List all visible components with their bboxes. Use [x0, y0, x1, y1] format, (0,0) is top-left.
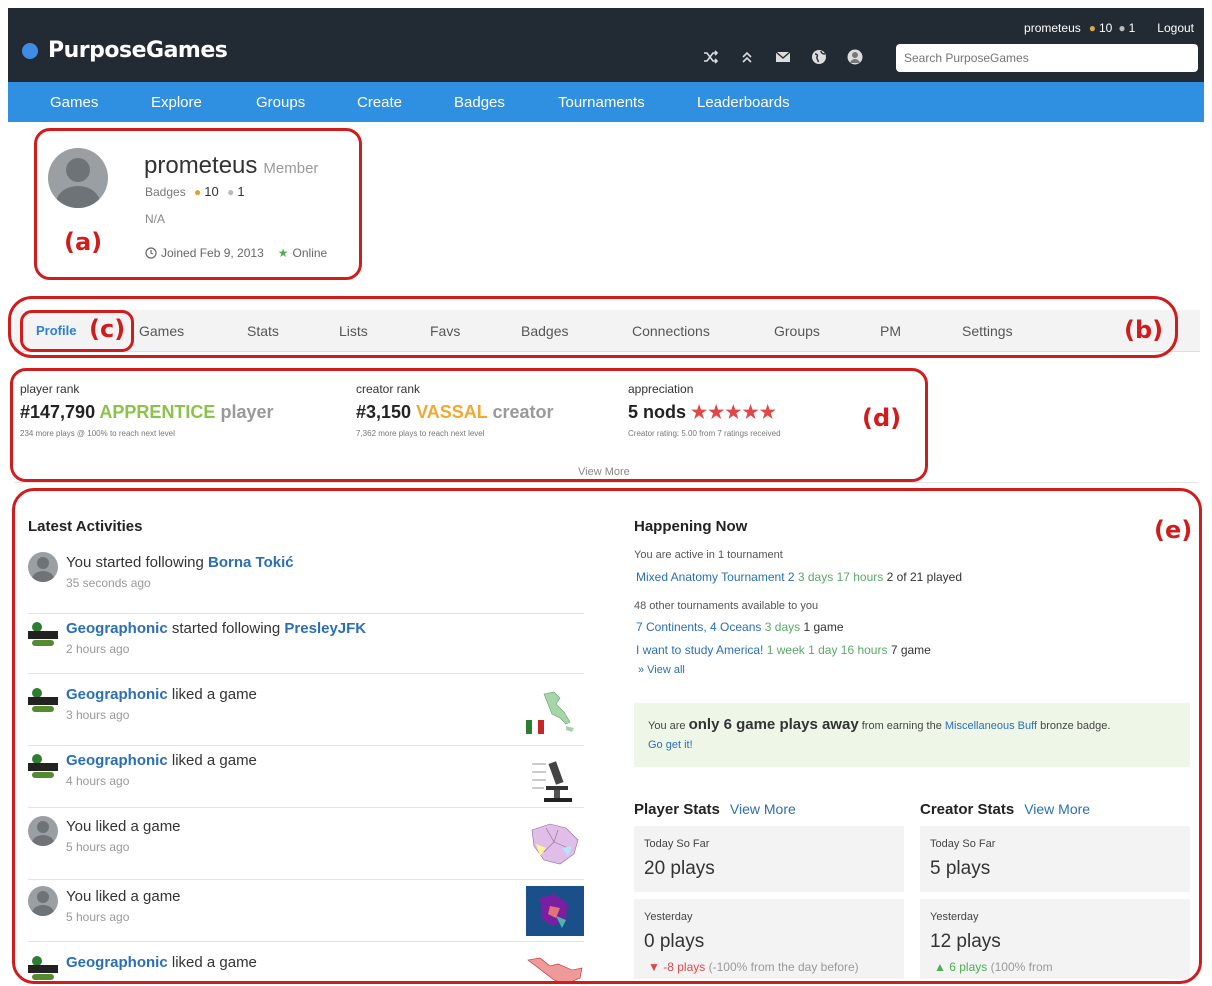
- annotation-label-a: (a): [64, 228, 103, 256]
- header-silver-count: 1: [1128, 21, 1136, 35]
- globe-icon[interactable]: [808, 46, 830, 68]
- chevrons-up-icon[interactable]: [736, 46, 758, 68]
- user-avatar-icon[interactable]: [844, 46, 866, 68]
- annotation-label-e: (e): [1154, 516, 1193, 544]
- nav-badges[interactable]: Badges: [454, 94, 505, 111]
- top-header: PurposeGames prometeus ● 10 ● 1 Logout: [8, 8, 1204, 82]
- annotation-box-e: [12, 488, 1202, 984]
- divider: [14, 482, 1198, 483]
- gold-badge-icon: ●: [1088, 21, 1096, 35]
- brand-name: PurposeGames: [48, 38, 228, 63]
- main-nav: Games Explore Groups Create Badges Tourn…: [8, 82, 1204, 122]
- logout-link[interactable]: Logout: [1157, 21, 1194, 35]
- annotation-box-b: [8, 296, 1178, 358]
- annotation-box-a: [34, 128, 362, 280]
- header-username[interactable]: prometeus: [1024, 21, 1081, 35]
- annotation-label-b: (b): [1124, 316, 1164, 344]
- annotation-box-d: [10, 368, 928, 482]
- silver-badge-icon: ●: [1118, 21, 1126, 35]
- annotation-label-d: (d): [862, 404, 902, 432]
- logo-dot-icon: [22, 42, 38, 59]
- nav-groups[interactable]: Groups: [256, 94, 305, 111]
- nav-games[interactable]: Games: [50, 94, 98, 111]
- nav-tournaments[interactable]: Tournaments: [558, 94, 645, 111]
- annotation-label-c: (c): [89, 315, 126, 343]
- nav-create[interactable]: Create: [357, 94, 402, 111]
- header-icons: [700, 46, 866, 68]
- mail-icon[interactable]: [772, 46, 794, 68]
- nav-explore[interactable]: Explore: [151, 94, 202, 111]
- nav-leaderboards[interactable]: Leaderboards: [697, 94, 790, 111]
- search-input[interactable]: [896, 44, 1198, 72]
- user-menu: prometeus ● 10 ● 1 Logout: [1024, 21, 1194, 35]
- header-gold-count: 10: [1099, 21, 1113, 35]
- logo[interactable]: PurposeGames: [22, 38, 228, 63]
- shuffle-icon[interactable]: [700, 46, 722, 68]
